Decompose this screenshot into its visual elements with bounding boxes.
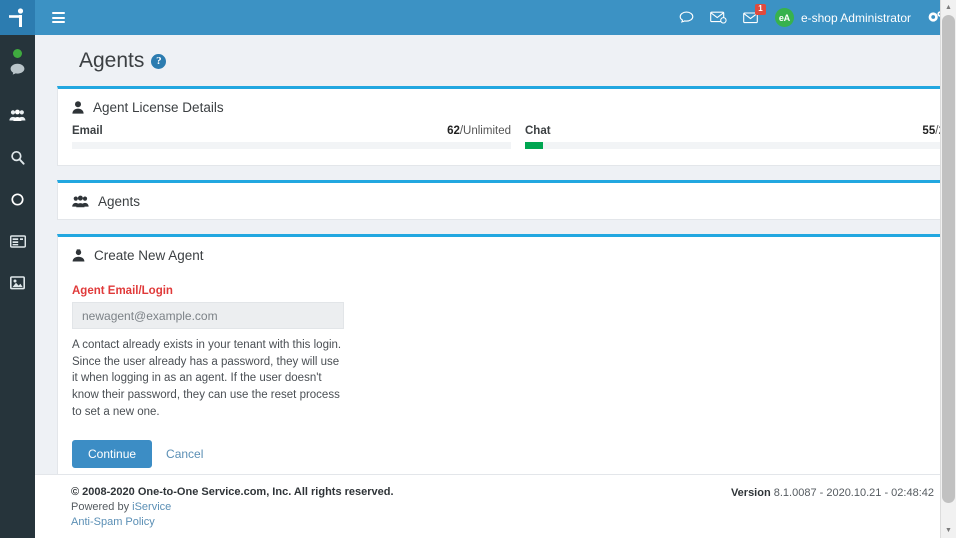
- create-new-agent-form: Agent Email/Login A contact already exis…: [58, 273, 956, 474]
- user-name-label: e-shop Administrator: [800, 10, 911, 25]
- inbox-badge-count: 1: [754, 4, 766, 15]
- user-icon: [72, 101, 84, 114]
- chat-notifications-button[interactable]: [679, 11, 694, 25]
- footer-version-value: 8.1.0087 - 2020.10.21 - 02:48:42: [770, 487, 934, 499]
- create-new-agent-title: Create New Agent: [94, 248, 204, 263]
- envelope-check-icon: [710, 11, 727, 24]
- application-root: 1 eA e-shop Administrator Agents ? Agent…: [0, 0, 956, 538]
- license-email-value: 62/Unlimited: [447, 125, 511, 137]
- help-icon[interactable]: ?: [151, 53, 167, 69]
- create-new-agent-panel: Create New Agent Agent Email/Login A con…: [57, 234, 956, 474]
- app-logo[interactable]: [0, 0, 35, 35]
- footer-copyright: © 2008-2020 One-to-One Service.com, Inc.…: [71, 486, 394, 498]
- header-actions: 1 eA e-shop Administrator: [679, 4, 956, 27]
- left-sidebar: [0, 0, 35, 538]
- license-item-email-row: Email 62/Unlimited: [72, 125, 511, 137]
- scrollbar-thumb[interactable]: [942, 15, 955, 503]
- agent-license-body: Email 62/Unlimited Chat 55: [58, 125, 956, 165]
- search-icon: [11, 150, 25, 165]
- dashboard-image-icon: [10, 276, 25, 290]
- status-online-icon: [13, 48, 22, 58]
- main-content-area: Agents ? Agent License Details Email 62/…: [35, 35, 956, 474]
- anti-spam-policy-link[interactable]: Anti-Spam Policy: [71, 516, 155, 528]
- sidebar-item-search[interactable]: [0, 142, 35, 172]
- scroll-down-arrow-icon[interactable]: ▼: [945, 523, 952, 538]
- circle-icon: [11, 192, 24, 206]
- license-email-progress-track: [72, 142, 511, 149]
- license-email-used: 62: [447, 125, 460, 137]
- license-item-email: Email 62/Unlimited: [72, 125, 525, 149]
- agents-panel: Agents: [57, 180, 956, 220]
- browser-scrollbar[interactable]: ▲ ▼: [940, 0, 956, 538]
- cancel-link[interactable]: Cancel: [166, 447, 203, 461]
- license-chat-name: Chat: [525, 125, 551, 137]
- user-menu[interactable]: eA e-shop Administrator: [774, 8, 911, 27]
- iservice-logo-icon: [8, 7, 23, 27]
- agents-panel-header[interactable]: Agents: [58, 183, 956, 219]
- agent-email-label: Agent Email/Login: [72, 285, 173, 297]
- agent-license-panel: Agent License Details Email 62/Unlimited…: [57, 86, 956, 166]
- users-group-icon: [9, 109, 26, 121]
- create-new-agent-header: Create New Agent: [58, 237, 956, 273]
- sidebar-item-lists[interactable]: [0, 226, 35, 256]
- sidebar-item-dashboard[interactable]: [0, 268, 35, 298]
- list-icon: [9, 234, 26, 248]
- scroll-up-arrow-icon[interactable]: ▲: [945, 0, 952, 15]
- license-item-chat: Chat 55/2000: [525, 125, 956, 149]
- avatar: eA: [774, 8, 794, 27]
- continue-button[interactable]: Continue: [72, 440, 153, 469]
- sidebar-item-queue[interactable]: [0, 184, 35, 214]
- agent-user-icon: [72, 249, 85, 262]
- footer-powered-by: Powered by iService: [71, 501, 731, 513]
- footer-powered-prefix: Powered by: [71, 501, 133, 513]
- agents-panel-title: Agents: [98, 194, 141, 209]
- main-column: 1 eA e-shop Administrator Agents ? Agent…: [35, 0, 956, 538]
- chat-bubble-icon: [679, 11, 694, 23]
- menu-toggle-button[interactable]: [45, 5, 71, 31]
- iservice-link[interactable]: iService: [132, 501, 171, 513]
- sent-mail-button[interactable]: [710, 11, 727, 24]
- license-chat-used: 55: [922, 125, 936, 137]
- footer-version-label: Version: [730, 487, 771, 499]
- scrollbar-track[interactable]: [941, 15, 956, 523]
- page-footer: © 2008-2020 One-to-One Service.com, Inc.…: [35, 474, 956, 538]
- top-header-bar: 1 eA e-shop Administrator: [35, 0, 956, 35]
- content-wrapper: Agents ? Agent License Details Email 62/…: [57, 35, 956, 474]
- license-email-total: /Unlimited: [459, 125, 511, 137]
- sidebar-item-status-online[interactable]: [0, 46, 35, 60]
- page-title: Agents ?: [57, 35, 956, 86]
- sidebar-item-agents[interactable]: [0, 100, 35, 130]
- agent-email-helper-text: A contact already exists in your tenant …: [72, 339, 342, 418]
- license-email-name: Email: [72, 125, 103, 137]
- license-chat-progress-track: [525, 142, 956, 149]
- agent-license-panel-title: Agent License Details: [93, 100, 224, 115]
- license-item-chat-row: Chat 55/2000: [525, 125, 956, 137]
- form-actions: Continue Cancel: [72, 440, 956, 469]
- hamburger-icon: [51, 10, 65, 26]
- sidebar-icon-list: [0, 35, 35, 298]
- license-chat-progress-fill: [525, 142, 543, 149]
- sidebar-item-chat[interactable]: [0, 60, 35, 78]
- footer-left: © 2008-2020 One-to-One Service.com, Inc.…: [71, 486, 731, 528]
- page-title-text: Agents: [79, 49, 145, 72]
- agent-email-input[interactable]: [72, 302, 344, 329]
- users-group-icon: [72, 195, 89, 208]
- inbox-button[interactable]: 1: [743, 4, 766, 24]
- agent-license-panel-header[interactable]: Agent License Details: [58, 89, 956, 125]
- footer-antispam: Anti-Spam Policy: [71, 516, 731, 528]
- chat-bubble-icon: [10, 63, 25, 74]
- footer-version: Version 8.1.0087 - 2020.10.21 - 02:48:42: [731, 486, 934, 499]
